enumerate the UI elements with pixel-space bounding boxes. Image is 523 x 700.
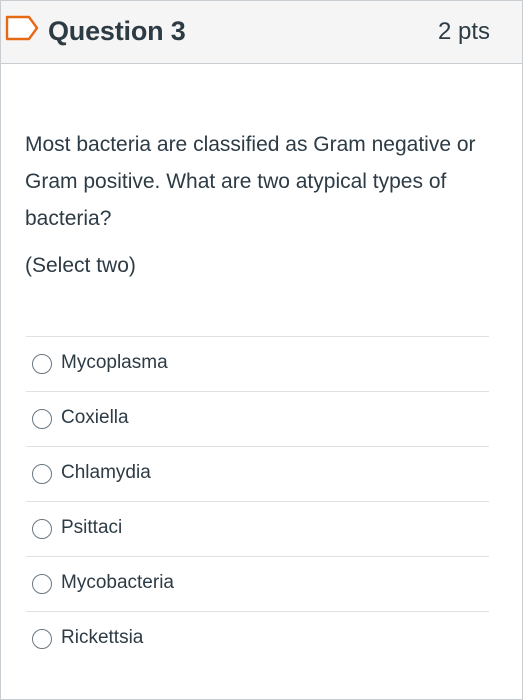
- answer-list: Mycoplasma Coxiella Chlamydia Psittaci M…: [26, 336, 489, 666]
- question-text: Most bacteria are classified as Gram neg…: [25, 133, 476, 230]
- radio-icon[interactable]: [32, 464, 52, 484]
- question-points: 2 pts: [437, 18, 490, 45]
- answer-label[interactable]: Mycoplasma: [61, 350, 168, 376]
- question-title: Question 3: [48, 16, 186, 46]
- radio-icon[interactable]: [32, 629, 52, 649]
- answer-option-chlamydia[interactable]: Chlamydia: [26, 446, 489, 501]
- radio-icon[interactable]: [32, 409, 52, 429]
- question-header: Question 3 2 pts: [1, 1, 522, 64]
- question-card: Question 3 2 pts Most bacteria are class…: [0, 0, 523, 700]
- answer-option-mycoplasma[interactable]: Mycoplasma: [26, 336, 489, 391]
- answer-option-psittaci[interactable]: Psittaci: [26, 501, 489, 556]
- answer-option-rickettsia[interactable]: Rickettsia: [26, 611, 489, 666]
- answer-label[interactable]: Chlamydia: [61, 460, 151, 486]
- radio-icon[interactable]: [32, 354, 52, 374]
- answer-option-coxiella[interactable]: Coxiella: [26, 391, 489, 446]
- flag-icon[interactable]: [5, 15, 39, 41]
- answer-label[interactable]: Coxiella: [61, 405, 129, 431]
- radio-icon[interactable]: [32, 574, 52, 594]
- answer-label[interactable]: Mycobacteria: [61, 570, 174, 596]
- select-instruction: (Select two): [25, 254, 136, 277]
- radio-icon[interactable]: [32, 519, 52, 539]
- answer-label[interactable]: Rickettsia: [61, 625, 143, 651]
- answer-option-mycobacteria[interactable]: Mycobacteria: [26, 556, 489, 611]
- answer-label[interactable]: Psittaci: [61, 515, 122, 541]
